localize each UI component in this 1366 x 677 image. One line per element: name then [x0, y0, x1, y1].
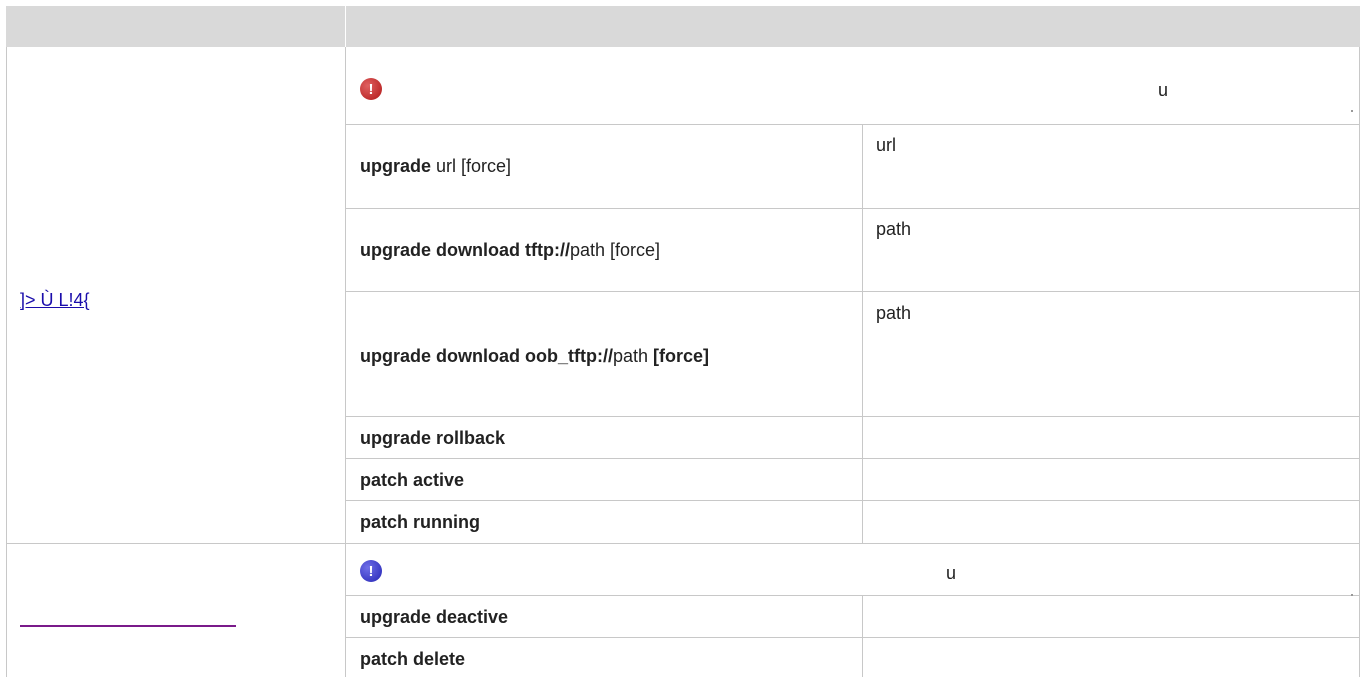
description-cell: path — [876, 219, 912, 239]
description-cell: path — [876, 303, 912, 323]
command-cell: upgrade download tftp://path [force] — [360, 239, 660, 261]
command-args: path — [612, 346, 654, 366]
row-sep — [345, 416, 1360, 417]
command-keyword: upgrade — [360, 156, 432, 176]
header-divider — [345, 6, 346, 47]
command-cell: upgrade deactive — [360, 607, 509, 627]
command-args: path [force] — [569, 240, 661, 260]
table-left-border — [6, 47, 7, 677]
section-link-2[interactable] — [20, 625, 236, 627]
command-cell: patch active — [360, 470, 465, 490]
exclamation-icon: ! — [360, 78, 382, 100]
dot-mark — [1351, 110, 1353, 112]
row-sep — [345, 124, 1360, 125]
section-sep — [6, 543, 1360, 544]
row-sep — [345, 637, 1360, 638]
command-keyword: upgrade download oob_tftp:// — [360, 346, 613, 366]
section-link-1[interactable]: ]> Ù L!4{ — [20, 290, 90, 311]
note-glyph: u — [1158, 80, 1169, 100]
table-header — [6, 6, 1360, 47]
command-cell: upgrade url [force] — [360, 155, 511, 177]
note-glyph: u — [946, 563, 957, 583]
dot-mark — [1351, 594, 1353, 596]
column-divider — [345, 47, 346, 677]
command-cell: patch delete — [360, 649, 466, 669]
command-cell: upgrade rollback — [360, 428, 506, 448]
row-sep — [345, 291, 1360, 292]
row-sep — [345, 208, 1360, 209]
exclamation-icon: ! — [360, 560, 382, 582]
row-sep — [345, 595, 1360, 596]
command-keyword: upgrade download tftp:// — [360, 240, 570, 260]
command-cell: patch running — [360, 512, 480, 532]
table-right-border — [1359, 47, 1360, 677]
command-args: url [force] — [431, 156, 512, 176]
command-option: [force] — [653, 346, 710, 366]
row-sep — [345, 500, 1360, 501]
description-cell: url — [876, 135, 897, 155]
inner-divider-2 — [862, 595, 863, 677]
row-sep — [345, 458, 1360, 459]
command-cell: upgrade download oob_tftp://path [force] — [360, 345, 709, 367]
inner-divider-1 — [862, 124, 863, 543]
